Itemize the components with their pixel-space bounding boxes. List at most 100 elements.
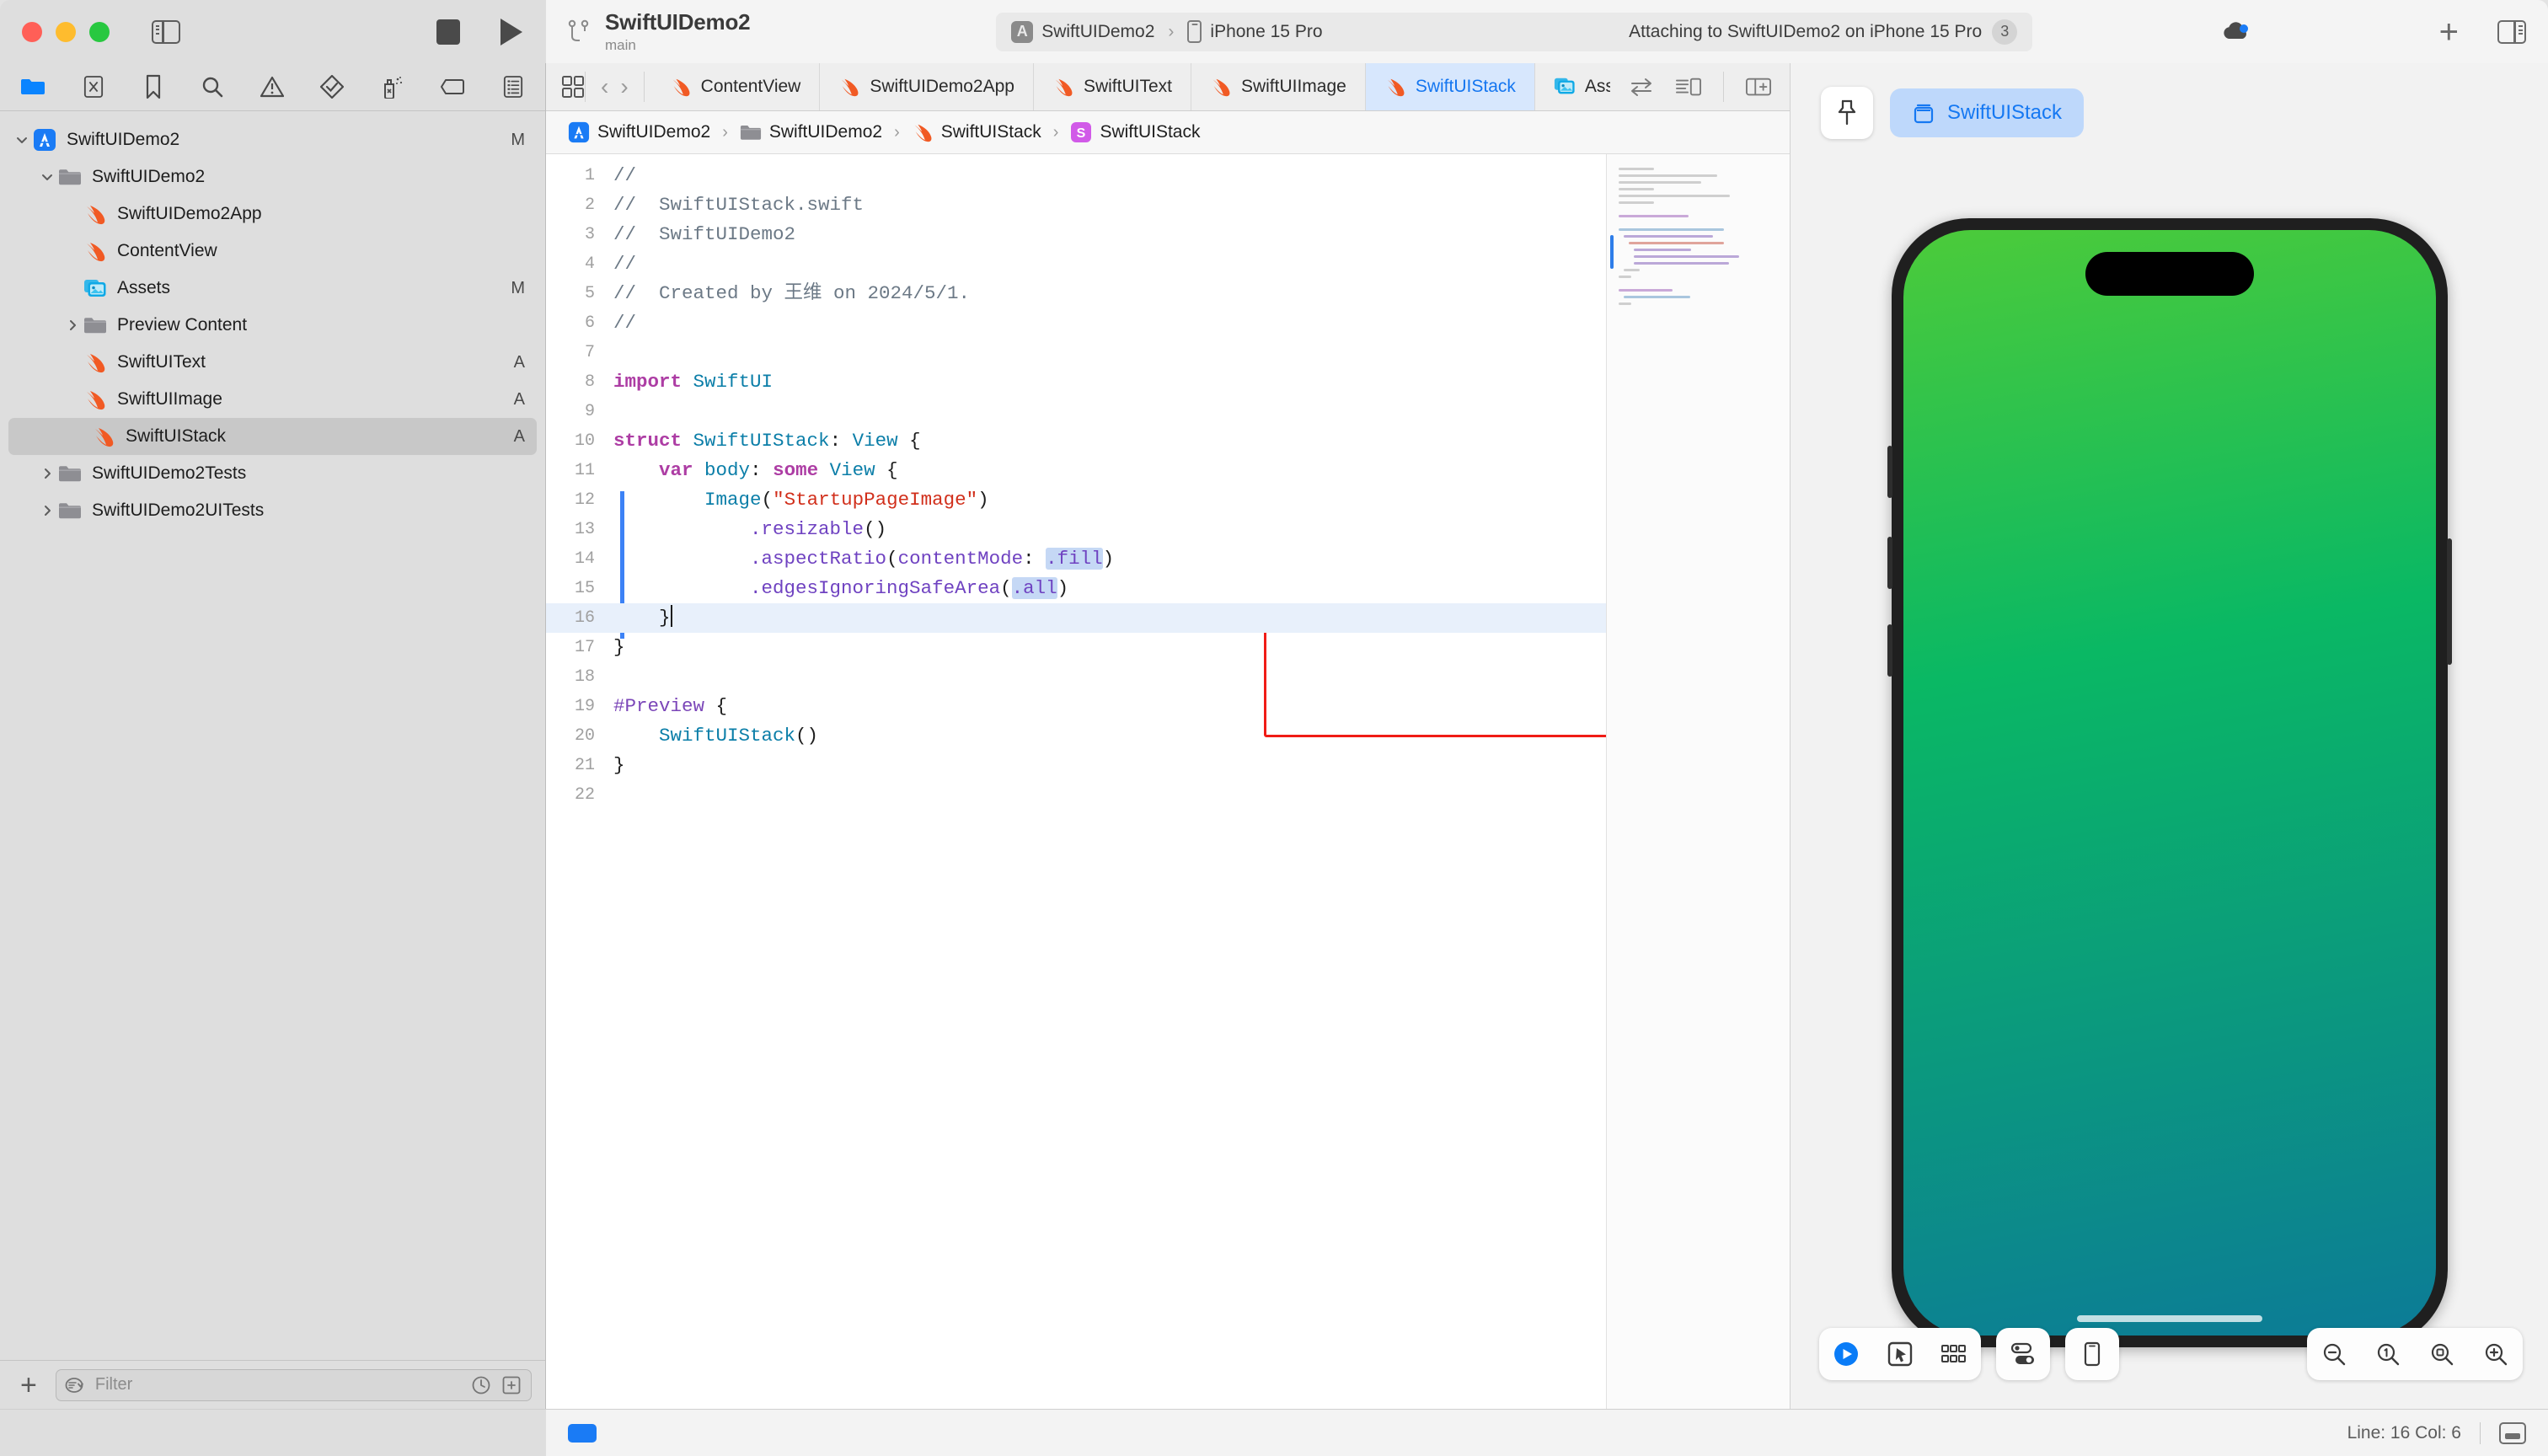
code-line-4[interactable]: 4 // [546,249,1606,279]
disclosure-down-icon[interactable] [12,133,32,147]
code-line-12[interactable]: 12 Image("StartupPageImage") [546,485,1606,515]
code-line-15[interactable]: 15 .edgesIgnoringSafeArea(.all) [546,574,1606,603]
file-tree-item-swiftuistack[interactable]: SwiftUIStack A [8,418,537,455]
code-line-19[interactable]: 19 #Preview { [546,692,1606,721]
code-minimap[interactable] [1606,154,1790,1409]
pin-preview-button[interactable] [1821,87,1873,139]
breadcrumb-item-0[interactable]: SwiftUIDemo2 [568,121,710,143]
project-file-tree[interactable]: SwiftUIDemo2 M SwiftUIDemo2 SwiftUIDemo2App… [0,111,545,1360]
breadcrumb-item-1[interactable]: SwiftUIDemo2 [740,121,882,143]
source-control-filter-icon[interactable] [500,1374,522,1396]
scheme-chip[interactable]: A SwiftUIDemo2 [1011,20,1154,43]
source-control-navigator-icon[interactable] [82,74,105,99]
file-tree-item-swiftuitext[interactable]: SwiftUIText A [0,344,545,381]
live-preview-play-button[interactable] [1819,1328,1873,1380]
code-line-6[interactable]: 6 // [546,308,1606,338]
editor-tab-assets[interactable]: Assets [1535,63,1610,110]
code-line-8[interactable]: 8 import SwiftUI [546,367,1606,397]
code-line-20[interactable]: 20 SwiftUIStack() [546,721,1606,751]
toggle-inspector-icon[interactable] [2497,19,2526,44]
editor-tab-swiftuitext[interactable]: SwiftUIText [1034,63,1191,110]
disclosure-right-icon[interactable] [37,504,57,517]
code-line-5[interactable]: 5 // Created by 王维 on 2024/5/1. [546,279,1606,308]
editor-mode-indicator[interactable] [568,1423,597,1443]
code-line-21[interactable]: 21} [546,751,1606,780]
device-picker-button[interactable] [2065,1328,2119,1380]
disclosure-right-icon[interactable] [37,467,57,480]
code-line-9[interactable]: 9 [546,397,1606,426]
disclosure-down-icon[interactable] [37,170,57,184]
add-file-button[interactable]: + [13,1371,44,1400]
zoom-in-button[interactable] [2469,1328,2523,1380]
editor-tab-contentview[interactable]: ContentView [651,63,821,110]
report-navigator-icon[interactable] [501,74,525,99]
open-editor-tabs[interactable]: ContentView SwiftUIDemo2App SwiftUIText Swi… [651,63,1610,110]
file-tree-item-swiftuidemo2app[interactable]: SwiftUIDemo2App [0,195,545,233]
disclosure-right-icon[interactable] [62,318,83,332]
filter-input[interactable]: Filter [55,1368,532,1401]
file-tree-item-swiftuidemo2[interactable]: SwiftUIDemo2 M [0,121,545,158]
recent-files-icon[interactable] [470,1374,492,1396]
device-settings-button[interactable] [1996,1328,2050,1380]
code-line-10[interactable]: 10 struct SwiftUIStack: View { [546,426,1606,456]
zoom-actual-size-button[interactable] [2361,1328,2415,1380]
file-tree-item-swiftuidemo2tests[interactable]: SwiftUIDemo2Tests [0,455,545,492]
zoom-window-button[interactable] [89,21,110,42]
variants-button[interactable] [1927,1328,1981,1380]
destination-chip[interactable]: iPhone 15 Pro [1187,20,1323,43]
code-line-11[interactable]: 11 var body: some View { [546,456,1606,485]
toggle-canvas-icon[interactable] [1676,75,1701,99]
go-forward-icon[interactable]: › [620,73,628,100]
code-line-13[interactable]: 13 .resizable() [546,515,1606,544]
breakpoint-navigator-icon[interactable] [440,74,465,99]
editor-tab-swiftuidemo2app[interactable]: SwiftUIDemo2App [820,63,1034,110]
test-navigator-icon[interactable] [320,74,345,99]
code-line-18[interactable]: 18 [546,662,1606,692]
editor-tab-swiftuiimage[interactable]: SwiftUIImage [1191,63,1366,110]
code-line-3[interactable]: 3 // SwiftUIDemo2 [546,220,1606,249]
code-line-14[interactable]: 14 .aspectRatio(contentMode: .fill) [546,544,1606,574]
editor-layout-grid-icon[interactable] [561,75,585,99]
code-line-7[interactable]: 7 [546,338,1606,367]
activity-status-bar[interactable]: A SwiftUIDemo2 › iPhone 15 Pro Attaching… [996,12,2033,51]
code-line-16[interactable]: 16 } [546,603,1606,633]
project-title-block[interactable]: SwiftUIDemo2 main [605,9,807,54]
breadcrumb-item-3[interactable]: S SwiftUIStack [1070,121,1200,143]
issue-count-badge[interactable]: 3 [1992,19,2018,45]
device-screen[interactable] [1903,229,2436,1336]
file-tree-item-preview-content[interactable]: Preview Content [0,307,545,344]
go-back-icon[interactable]: ‹ [601,73,608,100]
zoom-out-button[interactable] [2307,1328,2361,1380]
code-line-1[interactable]: 1 // [546,161,1606,190]
stop-button[interactable] [436,19,460,45]
cloud-status-icon[interactable] [2221,21,2250,43]
issue-navigator-icon[interactable] [260,74,285,99]
add-editor-split-icon[interactable] [1746,75,1771,99]
file-tree-item-assets[interactable]: Assets M [0,270,545,307]
traffic-light-buttons[interactable] [22,21,110,42]
filter-options-icon[interactable] [65,1374,87,1396]
adjust-editor-split-icon[interactable] [1629,75,1654,99]
find-navigator-icon[interactable] [201,74,224,99]
code-line-2[interactable]: 2 // SwiftUIStack.swift [546,190,1606,220]
code-line-22[interactable]: 22 [546,780,1606,810]
zoom-to-fit-button[interactable] [2415,1328,2469,1380]
run-button[interactable] [500,18,522,46]
file-tree-item-swiftuiimage[interactable]: SwiftUIImage A [0,381,545,418]
iphone-15-pro-frame[interactable] [1887,217,2452,1347]
code-line-17[interactable]: 17} [546,633,1606,662]
debug-area-toggle-icon[interactable] [2499,1421,2526,1444]
file-tree-item-swiftuidemo2uitests[interactable]: SwiftUIDemo2UITests [0,492,545,529]
file-tree-item-swiftuidemo2[interactable]: SwiftUIDemo2 [0,158,545,195]
add-editor-button[interactable]: + [2439,15,2459,49]
editor-tab-swiftuistack[interactable]: SwiftUIStack [1365,63,1535,110]
breadcrumb[interactable]: SwiftUIDemo2 › SwiftUIDemo2 › SwiftUIStack › S… [546,111,1790,154]
close-window-button[interactable] [22,21,42,42]
preview-selector-chip[interactable]: SwiftUIStack [1890,88,2085,137]
minimize-window-button[interactable] [56,21,76,42]
breadcrumb-item-2[interactable]: SwiftUIStack [912,121,1041,143]
toggle-navigator-icon[interactable] [152,19,180,44]
bookmark-navigator-icon[interactable] [142,74,165,99]
selectable-mode-button[interactable] [1873,1328,1927,1380]
project-navigator-icon[interactable] [20,74,46,99]
